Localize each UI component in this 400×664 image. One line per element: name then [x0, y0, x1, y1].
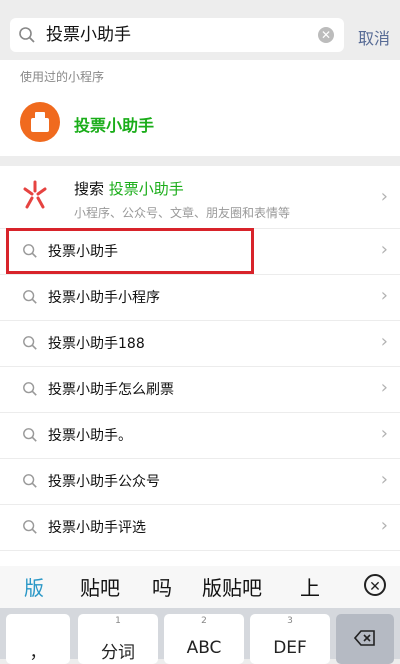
search-icon	[22, 427, 38, 447]
suggestion-item[interactable]: 投票小助手公众号 ›	[0, 459, 400, 505]
search-all-prefix: 搜索	[74, 180, 105, 198]
suggestion-text: 投票小助手公众号	[48, 474, 160, 490]
ime-candidate-bar: 版 贴吧 吗 版贴吧 上 ✕	[0, 566, 400, 608]
search-all-title: 搜索 投票小助手	[74, 178, 184, 199]
suggestion-item[interactable]: 投票小助手怎么刷票 ›	[0, 367, 400, 413]
key-label: DEF	[273, 638, 307, 658]
search-results: 搜索 投票小助手 小程序、公众号、文章、朋友圈和表情等 › 投票小助手 › 投票…	[0, 166, 400, 566]
suggestion-text: 投票小助手怎么刷票	[48, 382, 174, 398]
key-abc[interactable]: 2 ABC	[164, 614, 244, 664]
key-number: 2	[201, 616, 207, 626]
key-fenci[interactable]: 1 分词	[78, 614, 158, 664]
chevron-right-icon: ›	[380, 377, 388, 398]
mini-program-item[interactable]: 投票小助手	[0, 92, 400, 152]
status-bar	[0, 0, 400, 8]
keyboard: ， 1 分词 2 ABC 3 DEF	[0, 608, 400, 664]
ime-candidate[interactable]: 版	[24, 572, 44, 601]
key-def[interactable]: 3 DEF	[250, 614, 330, 664]
backspace-icon	[353, 630, 376, 650]
mini-program-name: 投票小助手	[74, 116, 155, 135]
key-label: 分词	[101, 643, 135, 663]
search-input[interactable]: 投票小助手 ✕	[10, 18, 344, 52]
key-label: ABC	[186, 638, 222, 658]
ballot-box-icon	[20, 102, 60, 142]
suggestion-item[interactable]: 投票小助手。 ›	[0, 413, 400, 459]
search-icon	[22, 519, 38, 539]
suggestion-text: 投票小助手188	[48, 336, 145, 352]
search-all-subtitle: 小程序、公众号、文章、朋友圈和表情等	[74, 206, 291, 220]
chevron-right-icon: ›	[380, 469, 388, 490]
ime-candidate[interactable]: 贴吧	[80, 572, 120, 601]
suggestion-text: 投票小助手。	[48, 428, 132, 444]
search-icon	[22, 473, 38, 493]
search-star-icon	[22, 180, 48, 210]
search-icon	[22, 289, 38, 309]
ime-candidate[interactable]: 上	[300, 572, 320, 601]
ime-candidate[interactable]: 吗	[152, 572, 172, 601]
highlight-annotation-box	[6, 228, 254, 274]
clear-icon[interactable]: ✕	[318, 27, 334, 43]
key-label: ，	[29, 643, 47, 663]
backspace-key[interactable]	[336, 614, 394, 664]
chevron-right-icon: ›	[380, 515, 388, 536]
suggestion-text: 投票小助手小程序	[48, 290, 160, 306]
key-number: 3	[287, 616, 293, 626]
search-icon	[22, 335, 38, 355]
suggestion-item[interactable]: 投票小助手小程序 ›	[0, 275, 400, 321]
key-comma[interactable]: ，	[6, 614, 70, 664]
chevron-right-icon: ›	[380, 186, 388, 207]
suggestion-item[interactable]: 投票小助手评选 ›	[0, 505, 400, 551]
close-icon[interactable]: ✕	[364, 574, 386, 596]
cancel-button[interactable]: 取消	[358, 25, 390, 49]
search-header: 投票小助手 ✕ 取消	[0, 8, 400, 60]
search-all-keyword: 投票小助手	[108, 180, 184, 198]
chevron-right-icon: ›	[380, 239, 388, 260]
chevron-right-icon: ›	[380, 423, 388, 444]
used-mini-programs-section: 使用过的小程序 投票小助手	[0, 60, 400, 156]
divider	[0, 156, 400, 166]
ime-candidate[interactable]: 版贴吧	[202, 572, 262, 601]
suggestion-item[interactable]: 投票小助手188 ›	[0, 321, 400, 367]
chevron-right-icon: ›	[380, 285, 388, 306]
search-query-text: 投票小助手	[46, 25, 131, 45]
suggestion-text: 投票小助手评选	[48, 520, 146, 536]
search-icon	[22, 381, 38, 401]
chevron-right-icon: ›	[380, 331, 388, 352]
search-all-row[interactable]: 搜索 投票小助手 小程序、公众号、文章、朋友圈和表情等 ›	[0, 166, 400, 229]
section-label: 使用过的小程序	[20, 70, 105, 84]
key-number: 1	[115, 616, 121, 626]
search-icon	[18, 26, 36, 48]
